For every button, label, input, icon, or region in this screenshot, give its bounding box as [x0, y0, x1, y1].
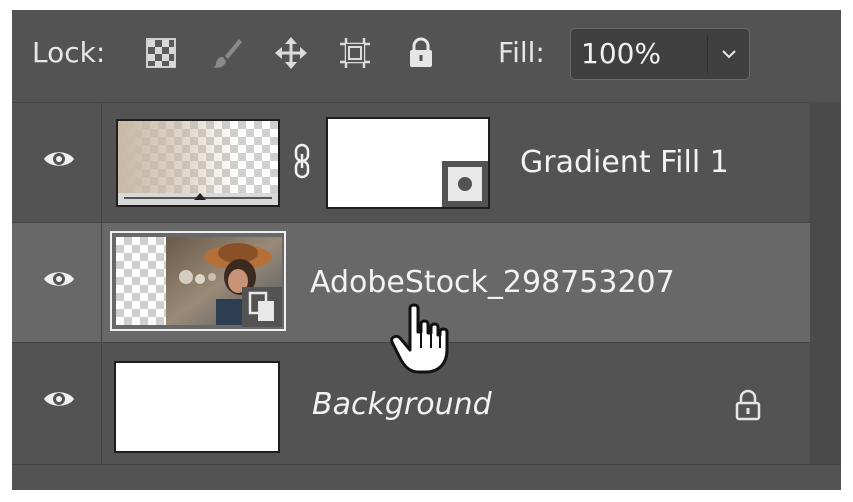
visibility-toggle[interactable]: [12, 223, 102, 342]
chain-link-icon[interactable]: [292, 141, 312, 181]
layer-mask-thumbnail[interactable]: [326, 117, 490, 209]
white-thumbnail[interactable]: [114, 361, 280, 453]
layer-name[interactable]: AdobeStock_298753207: [310, 265, 675, 301]
lock-position-icon[interactable]: [274, 36, 308, 70]
mask-badge-icon: [442, 161, 488, 207]
fill-label: Fill:: [498, 36, 545, 69]
gradient-fill-thumbnail[interactable]: [116, 119, 280, 195]
photo-thumbnail[interactable]: [110, 231, 286, 331]
lock-all-icon[interactable]: [404, 36, 438, 70]
visibility-toggle[interactable]: [12, 343, 102, 465]
smart-object-icon: [242, 287, 282, 327]
fill-divider: [707, 35, 708, 73]
hand-pointer-icon: [390, 303, 449, 374]
lock-label: Lock:: [32, 36, 106, 69]
chevron-down-icon[interactable]: [717, 39, 741, 69]
lock-artboard-icon[interactable]: [338, 36, 372, 70]
fill-dropdown[interactable]: 100%: [570, 28, 750, 80]
eye-icon[interactable]: [42, 387, 76, 411]
layer-name[interactable]: Gradient Fill 1: [520, 145, 729, 181]
eye-icon[interactable]: [42, 147, 76, 171]
fill-value[interactable]: 100%: [581, 37, 661, 71]
visibility-toggle[interactable]: [12, 103, 102, 222]
panel-footer: [12, 464, 841, 490]
layers-panel: Lock: Fill: 100% Gradient Fill 1 AdobeSt…: [12, 10, 841, 490]
lock-fill-bar: Lock: Fill: 100%: [12, 10, 841, 102]
layer-row-gradient-fill[interactable]: Gradient Fill 1: [12, 103, 810, 223]
eye-icon[interactable]: [42, 267, 76, 291]
layers-list: Gradient Fill 1 AdobeStock_298753207 Bac…: [12, 102, 810, 465]
lock-icon: [735, 389, 761, 421]
lock-transparent-pixels-icon[interactable]: [144, 36, 178, 70]
gradient-slider: [116, 193, 280, 207]
layer-name[interactable]: Background: [312, 387, 492, 423]
scrollbar-track[interactable]: [810, 102, 841, 464]
lock-image-pixels-icon[interactable]: [210, 36, 244, 70]
